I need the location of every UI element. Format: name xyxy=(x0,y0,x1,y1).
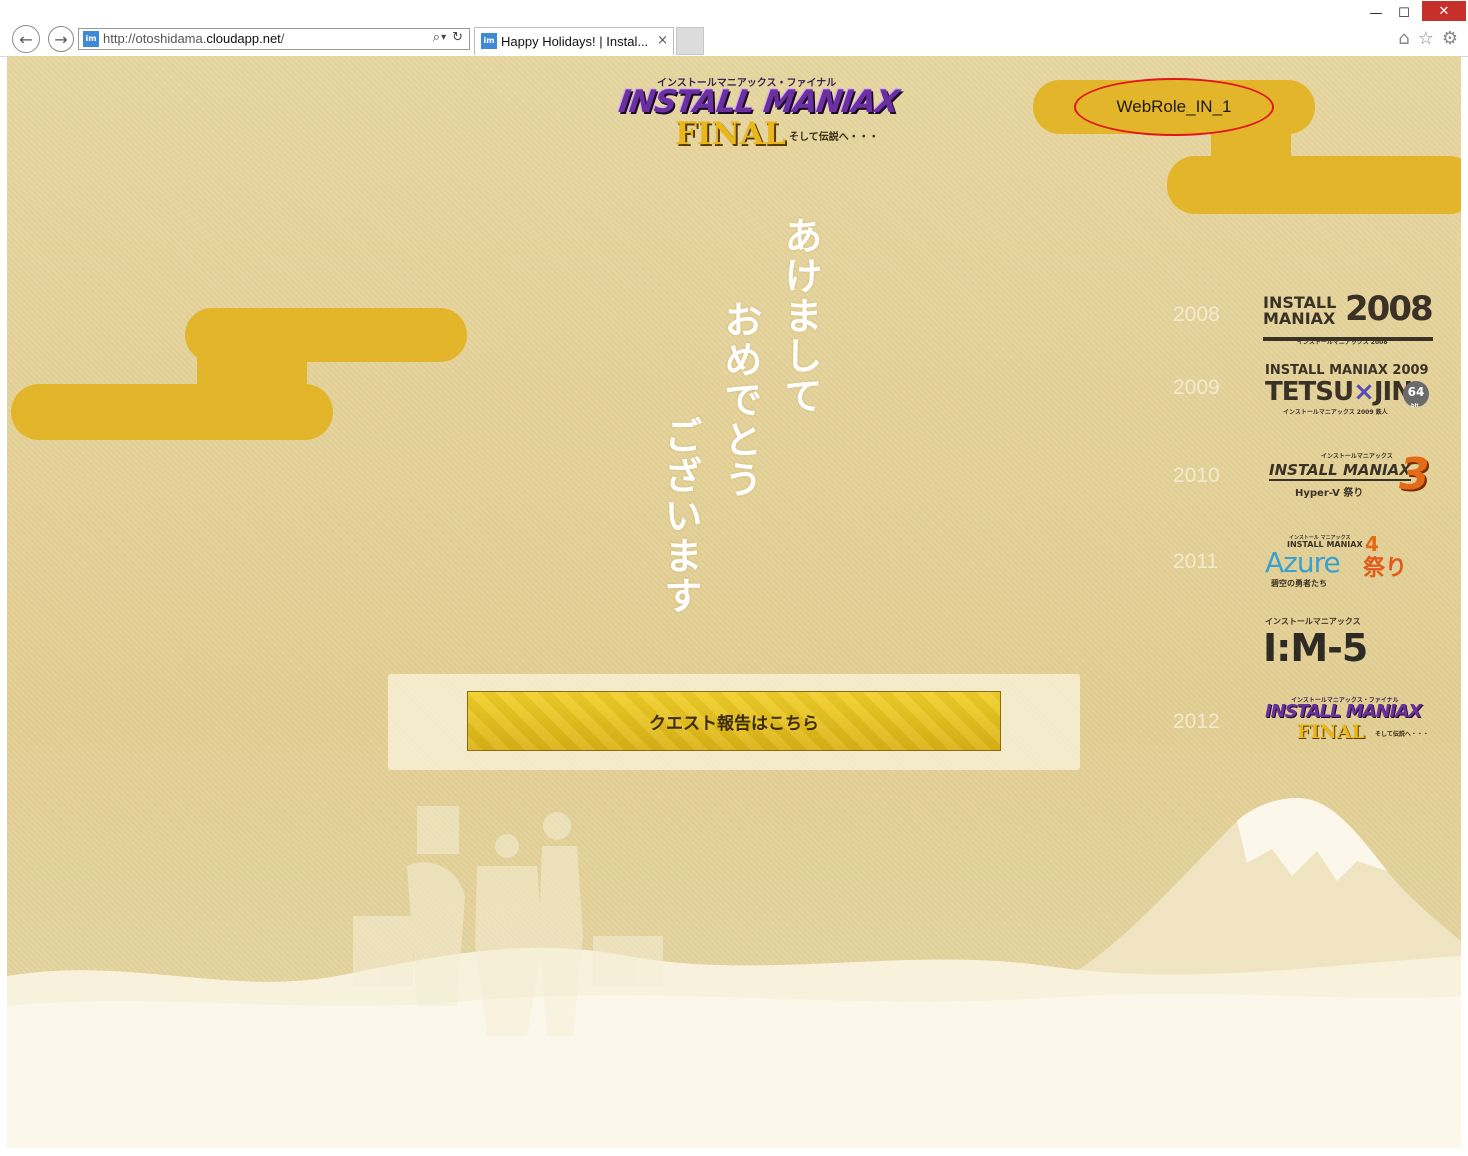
tab-close-icon[interactable]: × xyxy=(657,33,668,48)
new-tab-button[interactable] xyxy=(676,27,704,55)
new-year-greeting: あけまして おめでとう ございます xyxy=(637,216,823,636)
page-viewport: インストールマニアックス・ファイナル INSTALL MANIAX FINAL … xyxy=(7,56,1461,1148)
install-maniax-final-logo[interactable]: インストールマニアックス・ファイナル INSTALL MANIAX FINAL … xyxy=(613,74,900,154)
history-year: 2010 xyxy=(1173,464,1220,487)
logo-main-text: INSTALL MANIAX xyxy=(616,84,901,120)
url-suffix: / xyxy=(280,31,285,46)
history-logo-2009: INSTALL MANIAX 2009 TETSU×JIN 64 bit インスト… xyxy=(1263,363,1433,416)
maximize-button[interactable]: ☐ xyxy=(1390,2,1418,24)
history-logo-line2: TETSU xyxy=(1265,377,1354,407)
history-logo-cross: × xyxy=(1353,377,1375,407)
history-logo-kana: インストールマニアックス xyxy=(1321,453,1393,460)
64bit-badge-icon: 64 bit xyxy=(1403,381,1429,409)
history-logo-fest: 祭り xyxy=(1363,556,1408,581)
url-prefix: http://otoshidama. xyxy=(103,31,207,46)
address-actions: ⌕ ▾ ↻ xyxy=(433,30,463,45)
history-logo-sub: インストールマニアックス 2008 xyxy=(1297,339,1388,346)
browser-toolbar: ⌂ ☆ ⚙ xyxy=(1398,28,1458,49)
history-logo-line1: I:M-5 xyxy=(1263,626,1368,670)
greeting-line-1: あけまして xyxy=(778,216,823,416)
history-logo-2010: インストールマニアックス INSTALL MANIAX 3 Hyper-V 祭り xyxy=(1263,449,1433,501)
history-logo-2008: INSTALL MANIAX 2008 インストールマニアックス 2008 xyxy=(1263,289,1434,346)
history-logo-line1: INSTALL MANIAX xyxy=(1269,461,1411,481)
history-year: 2011 xyxy=(1173,550,1219,573)
history-logo-line1: INSTALL MANIAX xyxy=(1265,701,1422,722)
history-logo-sub: Hyper-V 祭り xyxy=(1295,488,1364,499)
search-icon[interactable]: ⌕ xyxy=(433,30,440,45)
close-window-button[interactable]: ✕ xyxy=(1422,1,1466,21)
back-button[interactable]: ← xyxy=(12,25,40,53)
history-logo-im5: インストールマニアックス I:M-5 xyxy=(1263,616,1433,672)
greeting-line-2: おめでとう xyxy=(718,300,763,500)
minimize-button[interactable]: — xyxy=(1362,2,1390,24)
history-logo-tetsu: TETSU×JIN xyxy=(1265,377,1413,407)
tab-favicon-icon: im xyxy=(481,33,497,49)
history-logo-line2: MANIAX xyxy=(1263,309,1336,328)
home-icon[interactable]: ⌂ xyxy=(1398,28,1409,49)
settings-gear-icon[interactable]: ⚙ xyxy=(1442,28,1458,49)
url-domain: cloudapp.net xyxy=(206,31,281,46)
greeting-line-3: ございます xyxy=(658,416,703,616)
site-favicon-icon: im xyxy=(83,31,99,47)
history-logo-azure: Azure xyxy=(1265,546,1341,579)
history-logo-2012: インストールマニアックス・ファイナル INSTALL MANIAX FINAL … xyxy=(1263,695,1443,751)
webrole-instance-label: WebRole_IN_1 xyxy=(1074,78,1274,136)
history-logo-2011: インストール マニアックス INSTALL MANIAX 4 Azure 祭り … xyxy=(1263,532,1433,590)
history-logo-sub: インストールマニアックス 2009 鉄人 xyxy=(1283,409,1388,416)
webrole-text: WebRole_IN_1 xyxy=(1116,97,1232,116)
history-logo-sub: 碧空の勇者たち xyxy=(1271,579,1327,588)
logo-tagline: そして伝説へ・・・ xyxy=(789,132,879,143)
browser-chrome: — ☐ ✕ ← → im http://otoshidama.cloudapp.… xyxy=(0,0,1468,57)
heroes-silhouette-illustration xyxy=(353,806,663,1036)
favorites-star-icon[interactable]: ☆ xyxy=(1418,28,1434,49)
quest-report-panel: クエスト報告はこちら xyxy=(388,674,1080,770)
event-history-list: 2008 INSTALL MANIAX 2008 インストールマニアックス 20… xyxy=(1167,281,1457,761)
history-logo-sub: そして伝説へ・・・ xyxy=(1375,731,1429,738)
address-bar[interactable]: im http://otoshidama.cloudapp.net/ ⌕ ▾ ↻ xyxy=(78,28,470,50)
badge-unit: bit xyxy=(1411,403,1419,409)
quest-report-label: クエスト報告はこちら xyxy=(649,713,819,734)
history-logo-number: 3 xyxy=(1399,449,1430,500)
history-logo-line1: INSTALL MANIAX 2009 xyxy=(1265,363,1429,378)
back-arrow-icon: ← xyxy=(19,29,33,49)
tab-happy-holidays[interactable]: im Happy Holidays! | Instal... × xyxy=(474,27,674,55)
history-year: 2009 xyxy=(1173,376,1220,399)
history-year: 2012 xyxy=(1173,710,1220,733)
history-logo-line2: FINAL xyxy=(1297,721,1365,743)
dropdown-icon[interactable]: ▾ xyxy=(441,30,446,45)
forward-arrow-icon: → xyxy=(54,29,68,49)
history-logo-year: 2008 xyxy=(1345,289,1434,329)
refresh-icon[interactable]: ↻ xyxy=(452,30,463,45)
tab-title: Happy Holidays! | Instal... xyxy=(501,34,649,49)
history-year: 2008 xyxy=(1173,303,1220,326)
logo-final-text: FINAL xyxy=(675,116,786,152)
forward-button[interactable]: → xyxy=(48,26,74,52)
snow-ground xyxy=(7,947,1461,1148)
address-url[interactable]: http://otoshidama.cloudapp.net/ xyxy=(103,31,284,46)
quest-report-button[interactable]: クエスト報告はこちら xyxy=(467,691,1001,751)
